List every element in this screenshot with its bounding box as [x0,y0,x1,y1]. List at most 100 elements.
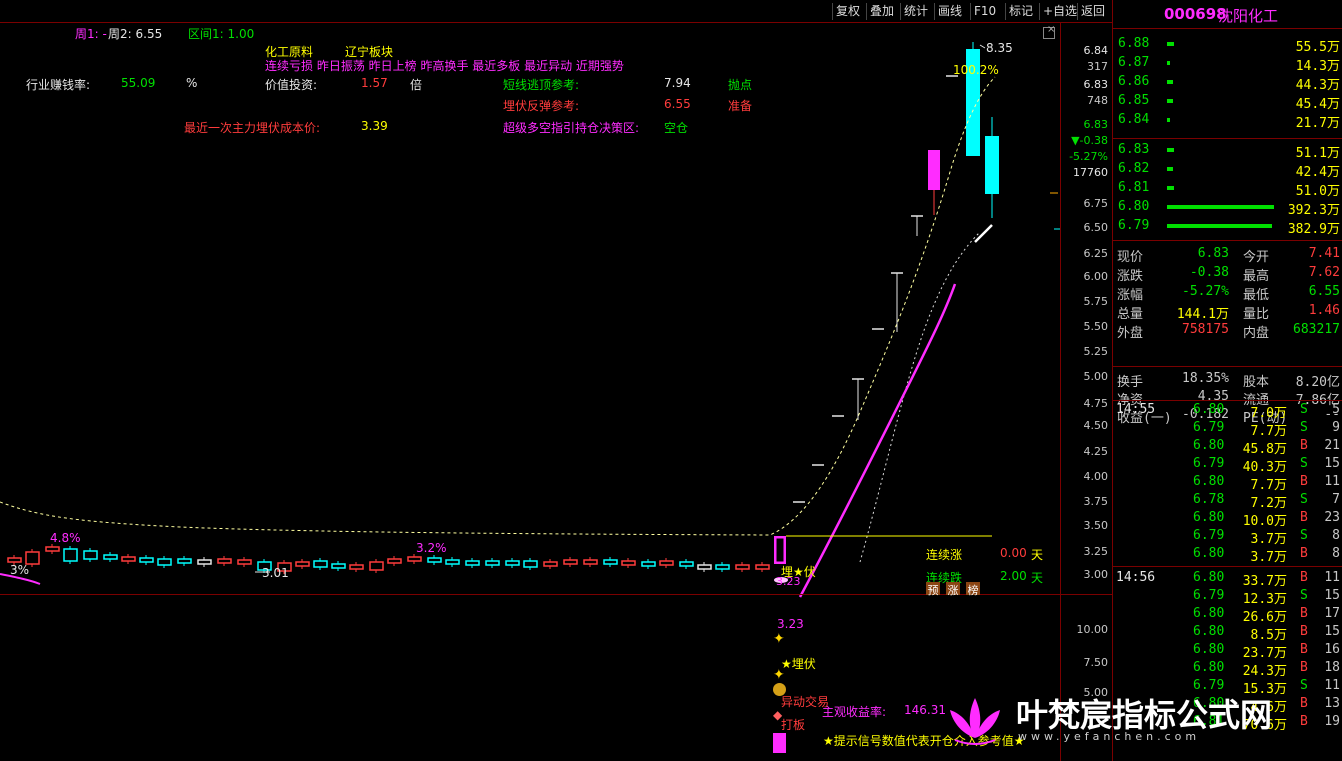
tick-row[interactable]: 14:55 6.80 7.0万 S 5 [1113,402,1342,421]
price-axis-label: 5.75 [1083,295,1109,308]
industry-label: 行业赚钱率: [26,78,91,92]
candle-body [543,561,558,567]
cost-value: 3.39 [361,119,388,133]
short-label: 短线逃顶参考: [503,78,580,92]
tick-cell: B [1300,474,1308,489]
tick-cell: 6.80 [1193,570,1225,585]
candle-body [103,554,118,560]
tick-cell: 13 [1324,696,1340,711]
short-action: 抛点 [728,78,753,92]
overlay-button[interactable]: 叠加 [866,3,897,20]
ask-row: 6.85 45.4万 [1113,92,1342,112]
bid-volume: 42.4万 [1295,165,1340,180]
bid-row: 6.79 382.9万 [1113,217,1342,237]
ask-row: 6.84 21.7万 [1113,111,1342,131]
candle-body [121,556,136,562]
tick-cell: 23 [1324,510,1340,525]
tick-row[interactable]: 6.80 8.5万 B 15 [1113,624,1342,643]
lower-323-label: 3.23 [777,617,804,631]
watermark: 叶梵宸指标公式网 www.yefanchen.com [940,688,1320,748]
tick-row[interactable]: 6.80 23.7万 B 16 [1113,642,1342,661]
quote-value: -0.38 [1189,265,1229,280]
price-axis-label: 748 [1087,94,1108,107]
tick-row[interactable]: 6.79 40.3万 S 15 [1113,456,1342,475]
bid-volume: 392.3万 [1287,203,1340,218]
candle-body [7,557,22,563]
bid-price: 6.80 [1118,199,1150,214]
ask-volume: 55.5万 [1295,40,1340,55]
tick-cell: 5 [1332,402,1340,417]
tick-row[interactable]: 6.80 10.0万 B 23 [1113,510,1342,529]
add-watchlist-button[interactable]: +自选 [1039,3,1080,20]
price-axis-label: 6.83 [1083,118,1109,131]
candle-body [139,557,154,563]
tick-cell: 9 [1332,420,1340,435]
price-axis-label: 3.75 [1083,495,1109,508]
tick-cell: B [1300,438,1308,453]
candle-body [697,564,712,570]
quote-value: 6.83 [1197,246,1229,261]
tick-row[interactable]: 6.79 7.7万 S 9 [1113,420,1342,439]
tick-cell: B [1300,642,1308,657]
quote-value: 144.1万 [1176,307,1229,322]
bid-row: 6.81 51.0万 [1113,179,1342,199]
tick-cell: 7.7万 [1250,478,1287,493]
tick-row[interactable]: 6.79 12.3万 S 15 [1113,588,1342,607]
tick-row[interactable]: 6.80 24.3万 B 18 [1113,660,1342,679]
chart-small-323: 3.23 [776,575,801,588]
quote-label: 总量 [1117,307,1144,322]
tick-row[interactable]: 6.80 7.7万 B 11 [1113,474,1342,493]
tick-row[interactable]: 6.80 26.6万 B 17 [1113,606,1342,625]
quote-label: 外盘 [1117,326,1144,341]
tick-row[interactable]: 6.80 3.7万 B 8 [1113,546,1342,565]
tick-row[interactable]: 6.80 45.8万 B 21 [1113,438,1342,457]
tick-cell: S [1300,528,1308,543]
back-button[interactable]: 返回 [1077,3,1108,20]
f10-button[interactable]: F10 [970,3,999,20]
quote-value: 7.62 [1308,265,1340,280]
tick-cell: B [1300,546,1308,561]
tick-row[interactable]: 6.79 3.7万 S 8 [1113,528,1342,547]
high-arrow [979,44,986,49]
price-axis-label: 3.50 [1083,519,1109,532]
price-axis-label: 5.25 [1083,345,1109,358]
quote-row: 总量 144.1万 量比 1.46 [1113,302,1342,322]
quote-value: 7.41 [1308,246,1340,261]
tick-row[interactable]: 14:56 6.80 33.7万 B 11 [1113,566,1342,589]
stats-button[interactable]: 统计 [900,3,931,20]
tian-label-2: 天 [1031,571,1044,585]
bid-volume-bar [1167,186,1175,190]
quote-label: 量比 [1243,307,1270,322]
draw-line-button[interactable]: 画线 [934,3,965,20]
tick-cell: 24.3万 [1242,664,1287,679]
axis-divider [1060,22,1061,761]
quote-row: 涨幅 -5.27% 最低 6.55 [1113,283,1342,303]
candle-body [157,558,172,566]
pct-4-8-label: 4.8% [50,531,81,545]
tick-cell: 12.3万 [1242,592,1287,607]
tick-cell: 3.7万 [1250,532,1287,547]
candle-body [445,559,460,565]
ask-volume-bar [1167,99,1174,103]
tick-cell: S [1300,588,1308,603]
fuquan-button[interactable]: 复权 [832,3,863,20]
tick-cell: S [1300,402,1308,417]
lower-daban-label: 打板 [781,718,806,732]
candle-body [583,559,598,565]
candle-body [45,546,60,552]
value-value: 1.57 [361,76,388,90]
butterfly-icon-2: ✦ [773,667,785,683]
price-axis-label: 4.50 [1083,419,1109,432]
tick-cell: 40.3万 [1242,460,1287,475]
ma-line [0,76,996,536]
tick-cell: 6.79 [1193,528,1225,543]
industry-unit: % [186,76,198,90]
tick-cell: 19 [1324,714,1340,729]
quote-row: 外盘 758175 内盘 683217 [1113,321,1342,341]
mark-button[interactable]: 标记 [1005,3,1036,20]
candle-body [465,560,480,566]
tick-cell: B [1300,510,1308,525]
candle-body [755,564,770,570]
tick-row[interactable]: 6.78 7.2万 S 7 [1113,492,1342,511]
tick-cell: 14:56 [1116,570,1156,585]
